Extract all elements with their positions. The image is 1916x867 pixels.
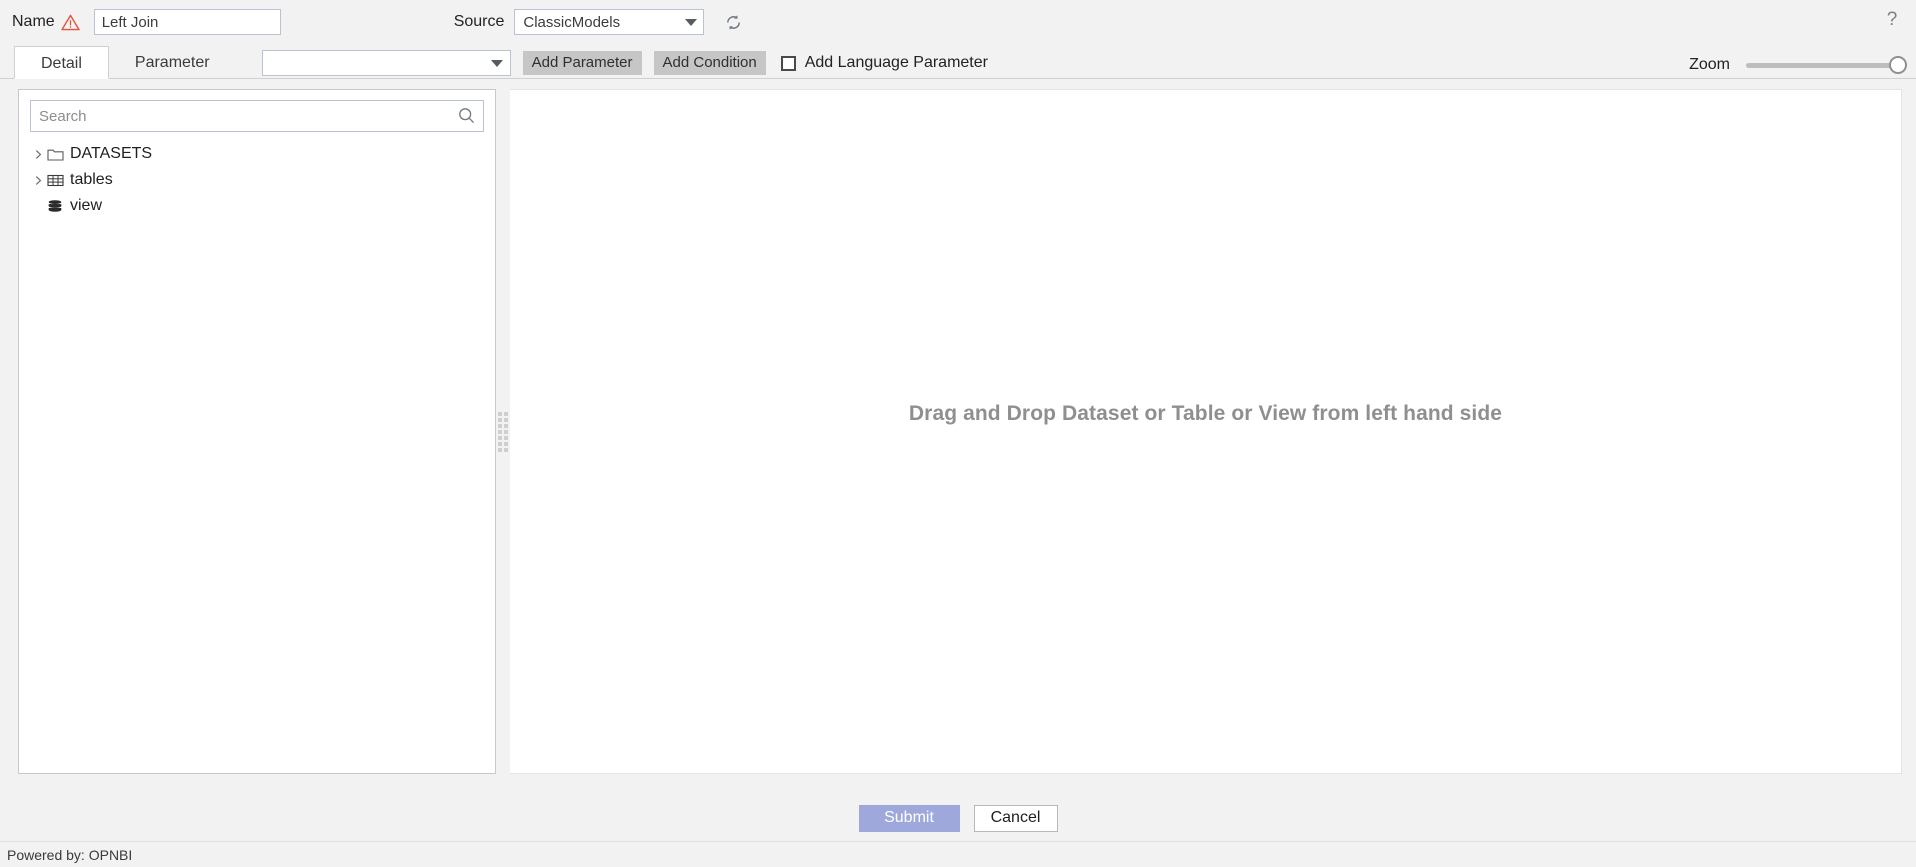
source-tree-panel: DATASETS tables [18, 89, 496, 774]
source-label: Source [453, 13, 505, 30]
splitter-grip-icon [498, 411, 508, 452]
content-area: DATASETS tables [0, 79, 1916, 795]
chevron-down-icon [685, 18, 698, 26]
database-stack-icon [47, 199, 64, 214]
tab-parameter[interactable]: Parameter [109, 46, 236, 79]
add-condition-button[interactable]: Add Condition [653, 51, 766, 75]
chevron-down-icon [490, 59, 503, 67]
zoom-slider-thumb[interactable] [1889, 55, 1907, 74]
submit-button[interactable]: Submit [858, 804, 960, 832]
source-select[interactable]: ClassicModels [514, 9, 705, 35]
warning-triangle-icon [60, 14, 80, 31]
search-input[interactable] [31, 101, 483, 131]
panel-splitter[interactable] [496, 89, 510, 774]
zoom-slider[interactable] [1746, 55, 1907, 74]
tree-node-datasets[interactable]: DATASETS [30, 141, 484, 167]
folder-icon [47, 147, 64, 162]
canvas-drop-area[interactable]: Drag and Drop Dataset or Table or View f… [510, 89, 1902, 774]
help-icon[interactable]: ? [1882, 9, 1902, 31]
tree-node-tables[interactable]: tables [30, 167, 484, 193]
cancel-button[interactable]: Cancel [973, 804, 1058, 832]
add-language-parameter-label: Add Language Parameter [804, 54, 988, 71]
chevron-right-icon[interactable] [32, 174, 45, 187]
tree-node-label: DATASETS [70, 145, 153, 162]
name-input[interactable] [93, 9, 281, 35]
footer: Powered by: OPNBI [0, 841, 1916, 867]
drop-hint-text: Drag and Drop Dataset or Table or View f… [908, 401, 1503, 425]
search-box[interactable] [30, 100, 484, 132]
name-label: Name [12, 13, 55, 30]
top-bar: Name Source ClassicModels ? [0, 0, 1916, 44]
source-group: Source ClassicModels [454, 9, 744, 35]
tab-toolbar-row: Detail Parameter Add Parameter Add Condi… [0, 44, 1916, 79]
tree-node-label: view [70, 197, 103, 214]
table-grid-icon [47, 173, 64, 188]
tab-detail[interactable]: Detail [14, 46, 109, 79]
tree-node-view[interactable]: view [30, 193, 484, 219]
add-language-parameter-checkbox[interactable] [780, 55, 796, 71]
add-language-parameter-checkbox-wrap[interactable]: Add Language Parameter [780, 54, 988, 72]
toolbar: Add Parameter Add Condition Add Language… [261, 50, 988, 76]
chevron-right-icon[interactable] [32, 148, 45, 161]
zoom-control: Zoom [1689, 55, 1907, 74]
parameter-select[interactable] [261, 50, 511, 76]
add-parameter-button[interactable]: Add Parameter [522, 51, 642, 75]
refresh-icon[interactable] [724, 13, 743, 32]
action-button-bar: Submit Cancel [0, 795, 1916, 841]
powered-by-label: Powered by: OPNBI [7, 846, 133, 863]
source-select-value: ClassicModels [523, 13, 621, 31]
tree-node-label: tables [70, 171, 113, 188]
object-tree: DATASETS tables view [30, 141, 484, 219]
zoom-label: Zoom [1689, 56, 1730, 73]
